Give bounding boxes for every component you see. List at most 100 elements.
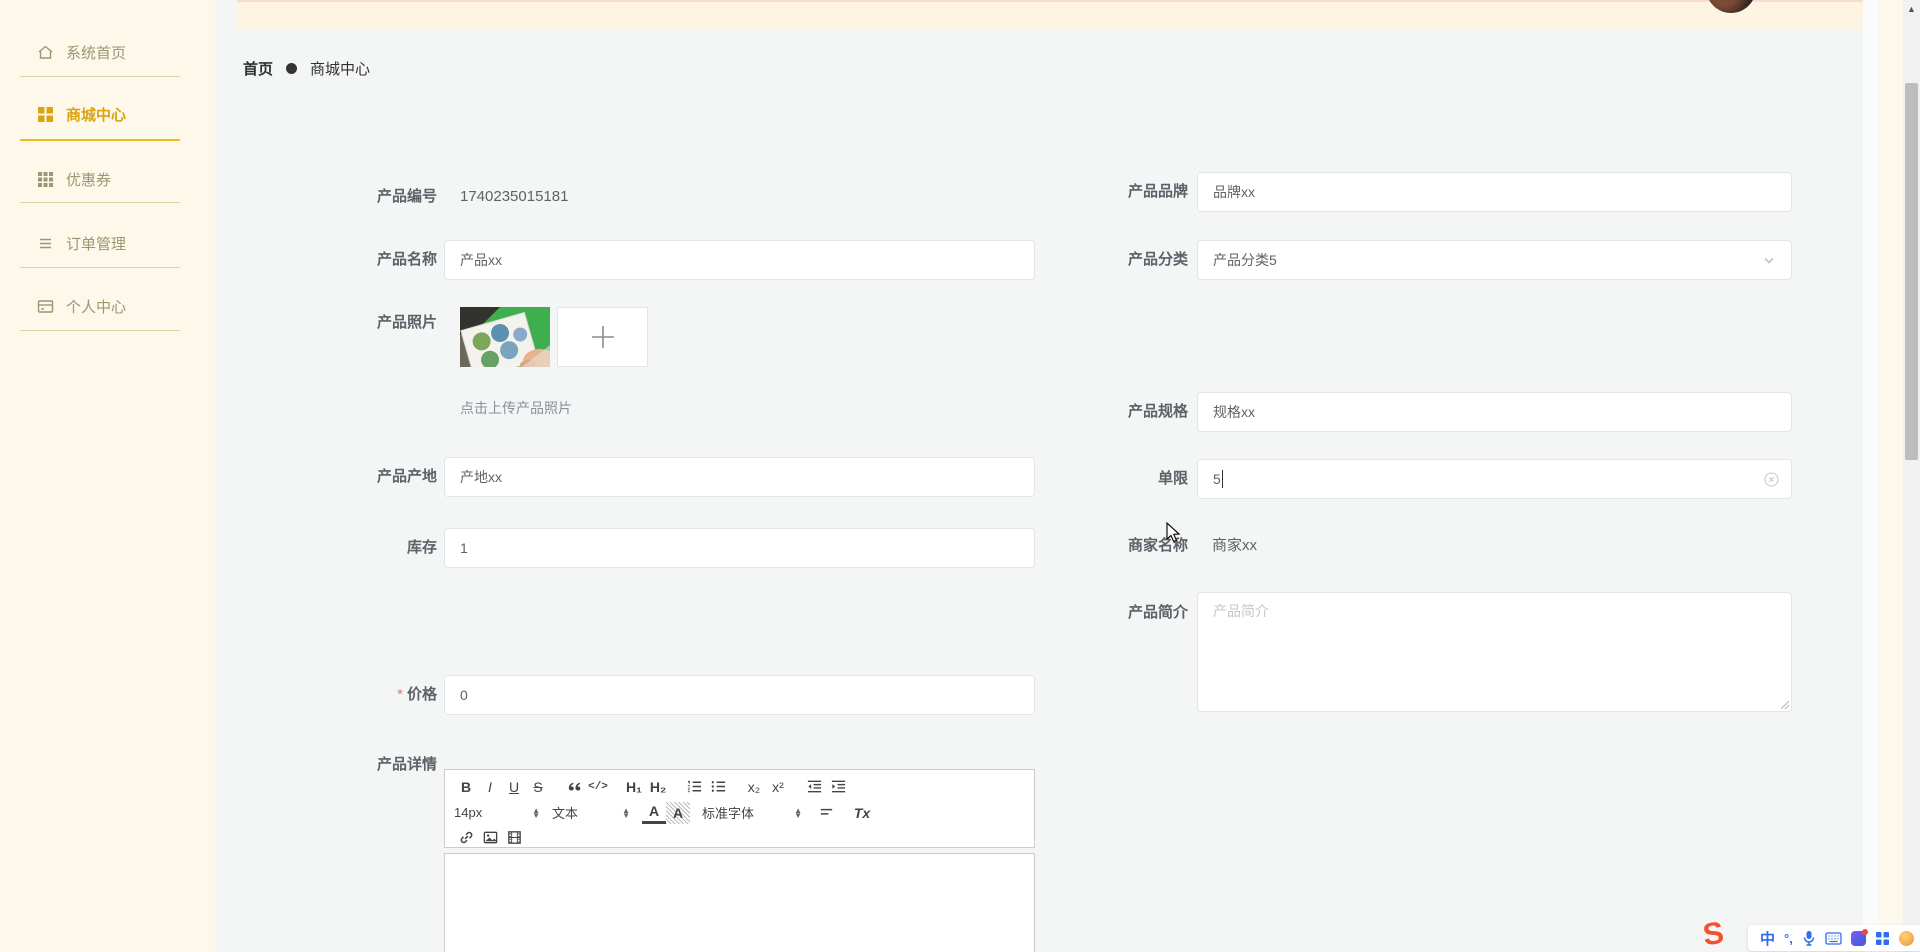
product-id-label: 产品编号 [376,188,437,205]
subscript-button[interactable]: x₂ [742,776,766,798]
sidebar-item-personal-center[interactable]: 个人中心 [0,295,215,317]
product-origin-label: 产品产地 [376,468,437,485]
link-icon[interactable] [454,827,478,849]
font-size-picker[interactable]: 14px ▲ ▼ [454,805,540,820]
header-picker[interactable]: 文本 ▲ ▼ [552,803,630,822]
product-intro-textarea[interactable] [1197,592,1792,712]
image-icon[interactable] [478,827,502,849]
product-brand-label: 产品品牌 [1127,183,1188,200]
product-spec-input[interactable] [1197,392,1792,432]
ime-skin-icon[interactable] [1850,928,1868,946]
superscript-button[interactable]: x² [766,776,790,798]
chevron-down-icon [1764,257,1774,264]
breadcrumb-current: 商城中心 [310,61,371,78]
align-icon[interactable] [814,802,838,824]
product-id-value: 1740235015181 [460,188,569,205]
sidebar-divider [20,76,180,77]
upload-photo-button[interactable] [557,307,648,367]
breadcrumb: 首页 商城中心 [243,58,370,79]
sidebar: 系统首页 商城中心 优惠券 订单管理 个人中心 [0,0,215,952]
ime-toolbox-grid-icon[interactable] [1875,931,1890,946]
unit-limit-input[interactable]: 5 [1197,459,1792,499]
home-icon [37,44,54,61]
picker-arrows-icon: ▲ ▼ [622,805,630,820]
stock-label: 库存 [406,539,437,556]
product-spec-label: 产品规格 [1127,403,1188,420]
sidebar-item-label: 商城中心 [66,106,127,124]
product-photo-label: 产品照片 [376,314,437,331]
ime-chinese-mode[interactable]: 中 [1760,928,1775,949]
sidebar-item-mall-center[interactable]: 商城中心 [0,103,215,125]
product-name-input[interactable] [444,240,1035,280]
product-category-label: 产品分类 [1127,251,1188,268]
mall-grid-icon [37,106,54,123]
price-label: * 价格 [397,686,437,703]
picker-arrows-icon: ▲ ▼ [532,805,540,820]
indent-icon[interactable] [826,776,850,798]
sidebar-item-system-home[interactable]: 系统首页 [0,41,215,63]
outdent-icon[interactable] [802,776,826,798]
product-name-label: 产品名称 [376,251,437,268]
plus-icon [591,326,614,348]
header-picker-value: 文本 [552,806,579,821]
product-origin-input[interactable] [444,457,1035,497]
ime-emoji-icon[interactable] [1898,930,1914,946]
header2-button[interactable]: H₂ [646,776,670,798]
bold-button[interactable]: B [454,776,478,798]
product-brand-input[interactable] [1197,172,1792,212]
stock-input[interactable] [444,528,1035,568]
clean-format-button[interactable]: Tx [850,802,874,824]
background-color-button[interactable]: A [666,801,690,824]
font-size-value: 14px [454,805,483,820]
text-caret [1221,470,1223,488]
sogou-logo[interactable]: S [1701,915,1726,952]
right-gutter-strip [1863,0,1878,952]
breadcrumb-separator-dot [286,63,298,74]
breadcrumb-home[interactable]: 首页 [243,58,273,79]
price-input[interactable] [444,675,1035,715]
coupon-grid-icon [37,171,54,188]
ordered-list-icon[interactable] [682,776,706,798]
font-family-value: 标准字体 [702,806,755,821]
blockquote-icon[interactable] [562,776,586,798]
font-family-picker[interactable]: 标准字体 ▲ ▼ [702,803,802,822]
underline-button[interactable]: U [502,776,526,798]
text-color-button[interactable]: A [642,802,666,824]
sidebar-item-label: 系统首页 [66,44,127,62]
microphone-icon[interactable] [1802,930,1816,946]
sidebar-item-label: 优惠券 [66,171,112,189]
keyboard-icon[interactable] [1825,931,1842,945]
top-notice-bar [237,0,1863,30]
product-photo-thumbnail[interactable] [460,307,550,367]
sidebar-item-label: 个人中心 [66,298,127,316]
right-cream-strip [1878,0,1903,952]
clear-input-icon[interactable] [1764,472,1779,487]
code-block-button[interactable]: </> [586,776,610,798]
page-scrollbar[interactable]: ▲ [1903,0,1920,952]
richtext-toolbar: B I U S </> H₁ H₂ x₂ x² 14px ▲ ▼ 文本 ▲ ▼ … [444,769,1035,848]
unit-limit-label: 单限 [1157,470,1188,487]
scrollbar-up-arrow[interactable]: ▲ [1903,0,1920,17]
ime-punctuation-mode[interactable]: °, [1784,931,1793,946]
ime-toolbar: 中 °, [1748,925,1920,951]
video-icon[interactable] [502,827,526,849]
sidebar-item-label: 订单管理 [66,235,127,253]
italic-button[interactable]: I [478,776,502,798]
sidebar-divider [20,330,180,331]
product-edit-page: 系统首页 商城中心 优惠券 订单管理 个人中心 首页 商城中心 产品编号 174… [0,0,1920,952]
sidebar-item-coupons[interactable]: 优惠券 [0,168,215,190]
sidebar-item-order-management[interactable]: 订单管理 [0,232,215,254]
order-list-icon [37,235,54,252]
bullet-list-icon[interactable] [706,776,730,798]
header1-button[interactable]: H₁ [622,776,646,798]
profile-card-icon [37,298,54,315]
required-asterisk: * [397,686,403,703]
scrollbar-thumb[interactable] [1905,83,1918,460]
strikethrough-button[interactable]: S [526,776,550,798]
unit-limit-value: 5 [1213,471,1221,487]
upload-photo-hint: 点击上传产品照片 [460,400,572,416]
merchant-name-value: 商家xx [1212,537,1258,554]
sidebar-divider [20,267,180,268]
product-category-select[interactable]: 产品分类5 [1197,240,1792,280]
richtext-editor-area[interactable] [444,853,1035,952]
